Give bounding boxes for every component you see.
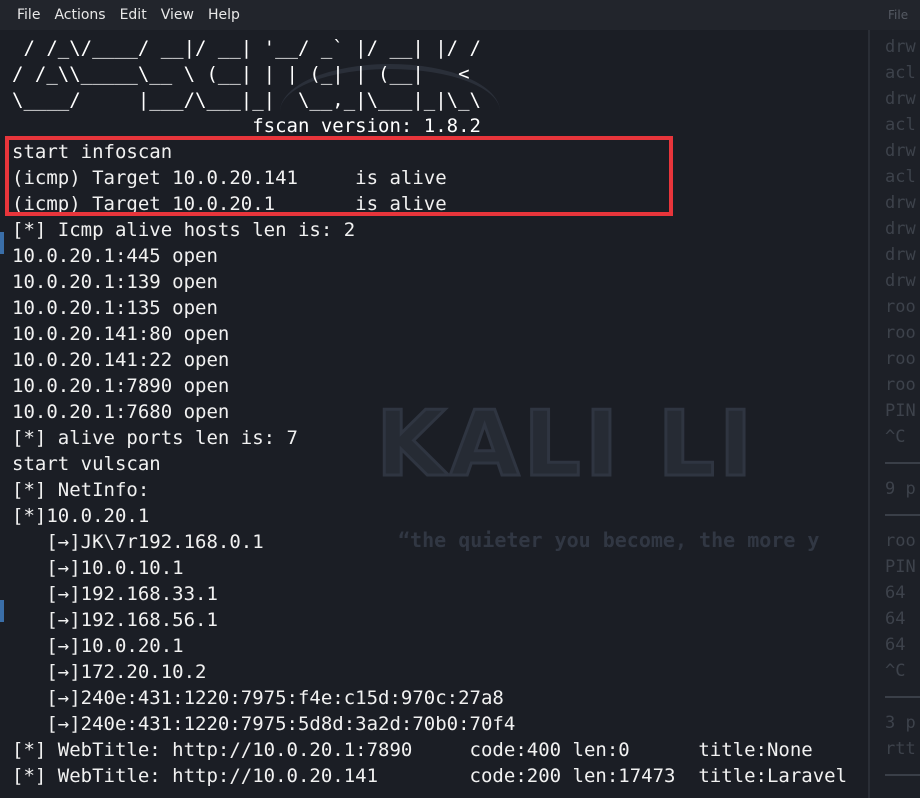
menu-file[interactable]: File: [0, 7, 47, 23]
terminal-line: [*] WebTitle: http://10.0.20.141 code:20…: [12, 765, 848, 787]
terminal-line: [*] alive ports len is: 7: [12, 427, 298, 449]
terminal-line: [→]172.20.10.2: [12, 661, 207, 683]
terminal-line: 10.0.20.141:22 open: [12, 349, 230, 371]
background-terminal-line: acl: [885, 167, 916, 187]
background-terminal-line: drw: [885, 37, 916, 57]
terminal-line: [→]192.168.33.1: [12, 583, 218, 605]
background-terminal-line: roo: [885, 323, 916, 343]
terminal-line: [→]10.0.20.1: [12, 635, 184, 657]
background-terminal-line: roo: [885, 349, 916, 369]
menu-edit[interactable]: Edit: [113, 7, 154, 23]
background-terminal-line: roo: [885, 531, 916, 551]
alive-hosts-highlight-box: [5, 136, 673, 216]
background-terminal-line: acl: [885, 63, 916, 83]
terminal-output[interactable]: KALI LI “the quieter you become, the mor…: [0, 30, 868, 798]
kali-tagline-watermark: “the quieter you become, the more y: [398, 528, 820, 552]
terminal-line: 10.0.20.1:7680 open: [12, 401, 230, 423]
terminal-line: [*] WebTitle: http://10.0.20.1:7890 code…: [12, 739, 813, 761]
background-terminal-line: drw: [885, 193, 916, 213]
background-terminal-line: 64: [885, 609, 906, 629]
kali-logo-watermark: KALI LI: [374, 391, 757, 499]
background-terminal-line: 64: [885, 583, 906, 603]
background-window-menu-file: File: [888, 8, 909, 22]
background-terminal-line: PIN: [885, 401, 916, 421]
menu-bar: File Actions Edit View Help File: [0, 0, 920, 30]
background-terminal-line: PIN: [885, 557, 916, 577]
terminal-line: [*] Icmp alive hosts len is: 2: [12, 219, 356, 241]
terminal-line: 10.0.20.141:80 open: [12, 323, 230, 345]
terminal-line: [→]10.0.10.1: [12, 557, 184, 579]
background-terminal-line: acl: [885, 115, 916, 135]
background-terminal-line: 9 p: [885, 479, 916, 499]
terminal-line: 10.0.20.1:445 open: [12, 245, 218, 267]
background-terminal-line: drw: [885, 89, 916, 109]
fscan-banner-line: / /_\/____/ __|/ __| '__/ _` |/ __| |/ /: [12, 37, 481, 59]
menu-view[interactable]: View: [154, 7, 201, 23]
left-edge-marker: [0, 600, 4, 622]
terminal-line: 10.0.20.1:7890 open: [12, 375, 230, 397]
left-edge-marker: [0, 232, 4, 254]
side-separator: [885, 696, 920, 698]
background-terminal-line: 64: [885, 635, 906, 655]
terminal-line: [→]240e:431:1220:7975:f4e:c15d:970c:27a8: [12, 687, 504, 709]
menu-help[interactable]: Help: [201, 7, 247, 23]
terminal-line: 10.0.20.1:135 open: [12, 297, 218, 319]
background-terminal-line: ^C: [885, 427, 906, 447]
background-terminal-line: roo: [885, 297, 916, 317]
background-terminal-line: rtt: [885, 739, 916, 759]
background-terminal-line: ^C: [885, 661, 906, 681]
terminal-line: [*]10.0.20.1: [12, 505, 150, 527]
background-terminal-line: drw: [885, 219, 916, 239]
background-terminal-line: 3 p: [885, 713, 916, 733]
background-terminal-pane: drw acl drw acl drw acl drw drw drw drw roo roo roo r…: [868, 30, 920, 798]
side-separator: [885, 462, 920, 464]
terminal-line: [*] NetInfo:: [12, 479, 150, 501]
terminal-line: [→]192.168.56.1: [12, 609, 218, 631]
background-terminal-line: drw: [885, 141, 916, 161]
terminal-line: start vulscan: [12, 453, 161, 475]
background-terminal-line: drw: [885, 245, 916, 265]
terminal-line: [→]JK\7r192.168.0.1: [12, 531, 264, 553]
menu-actions[interactable]: Actions: [47, 7, 112, 23]
terminal-line: [→]240e:431:1220:7975:5d8d:3a2d:70b0:70f…: [12, 713, 516, 735]
background-terminal-line: drw: [885, 271, 916, 291]
side-separator: [885, 514, 920, 516]
terminal-line: 10.0.20.1:139 open: [12, 271, 218, 293]
fscan-banner-line: \____/ |___/\___|_| \__,_|\___|_|\_\: [12, 89, 481, 111]
background-terminal-line: roo: [885, 375, 916, 395]
side-separator: [885, 774, 920, 776]
fscan-banner-line: / /_\\_____\__ \ (__| | | (_| | (__| <: [12, 63, 470, 85]
